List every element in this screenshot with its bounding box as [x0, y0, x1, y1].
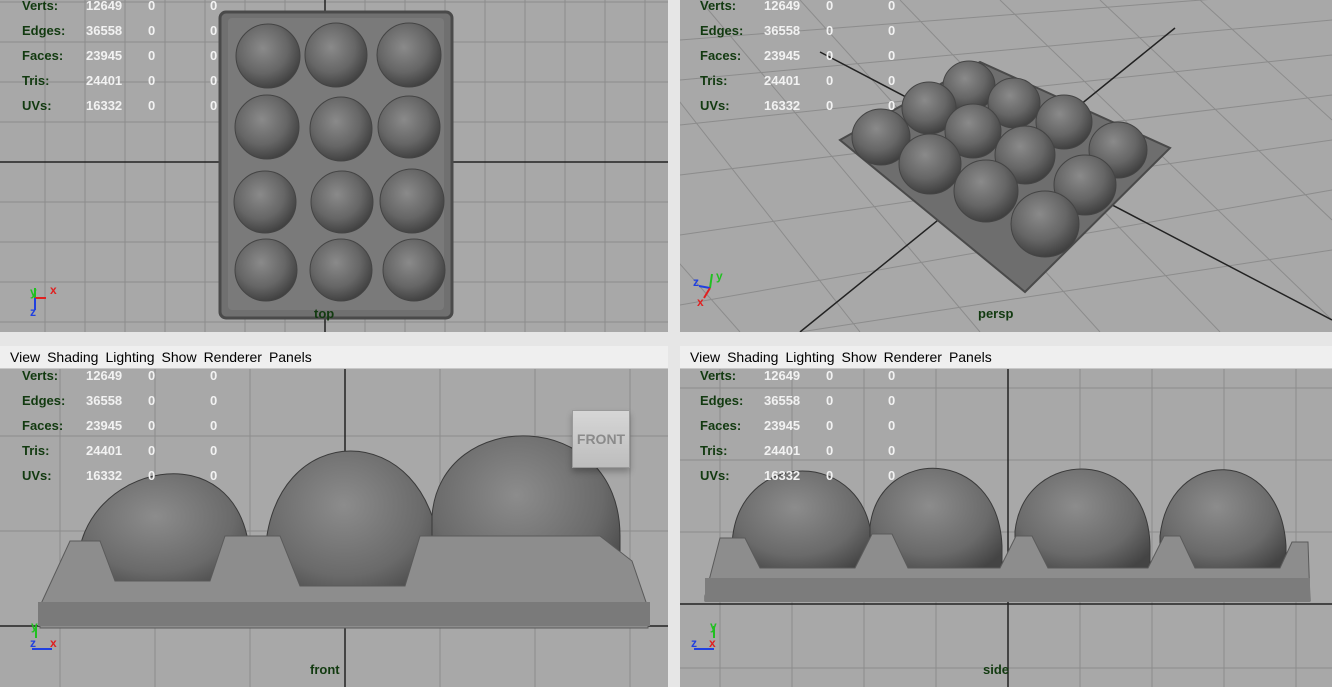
svg-text:y: y: [31, 619, 38, 633]
menu-shading[interactable]: Shading: [47, 349, 98, 365]
viewport-front[interactable]: View Shading Lighting Show Renderer Pane…: [0, 346, 668, 687]
svg-text:z: z: [693, 275, 699, 289]
egg-tray-model-front: [38, 435, 650, 629]
menu-view[interactable]: View: [690, 349, 720, 365]
svg-text:z: z: [30, 636, 36, 650]
menu-show[interactable]: Show: [842, 349, 877, 365]
viewcube-front[interactable]: FRONT: [572, 410, 630, 468]
svg-text:x: x: [709, 636, 716, 650]
viewport-top[interactable]: Verts: 12649 0 0 Edges: 36558 0 0 Faces: 23945 0…: [0, 0, 668, 332]
svg-text:y: y: [710, 619, 717, 633]
svg-text:x: x: [50, 636, 57, 650]
menu-panels[interactable]: Panels: [949, 349, 992, 365]
svg-text:y: y: [716, 269, 723, 283]
axis-gizmo-top: y x z: [30, 283, 57, 319]
egg-tray-model-persp: [838, 60, 1172, 294]
viewport-side-menubar: View Shading Lighting Show Renderer Pane…: [680, 346, 1332, 369]
menu-renderer[interactable]: Renderer: [204, 349, 262, 365]
svg-text:z: z: [30, 305, 36, 319]
svg-text:y: y: [30, 285, 37, 299]
menu-lighting[interactable]: Lighting: [105, 349, 154, 365]
axis-gizmo-side: y z x: [691, 619, 717, 650]
menu-show[interactable]: Show: [162, 349, 197, 365]
camera-label-front: front: [310, 662, 340, 677]
menu-view[interactable]: View: [10, 349, 40, 365]
axis-gizmo-front: y z x: [30, 619, 57, 650]
menu-renderer[interactable]: Renderer: [884, 349, 942, 365]
svg-text:x: x: [50, 283, 57, 297]
viewport-front-menubar: View Shading Lighting Show Renderer Pane…: [0, 346, 668, 369]
egg-tray-model-top: [218, 10, 454, 320]
axis-gizmo-persp: z y x: [693, 269, 723, 309]
svg-text:x: x: [697, 295, 704, 309]
camera-label-side: side: [983, 662, 1010, 677]
svg-text:z: z: [691, 636, 697, 650]
viewport-side[interactable]: View Shading Lighting Show Renderer Pane…: [680, 346, 1332, 687]
camera-label-top: top: [314, 306, 335, 321]
menu-lighting[interactable]: Lighting: [785, 349, 834, 365]
viewport-persp[interactable]: Verts: 12649 0 0 Edges: 36558 0 0 Faces: 23945 0…: [680, 0, 1332, 332]
menu-panels[interactable]: Panels: [269, 349, 312, 365]
camera-label-persp: persp: [978, 306, 1014, 321]
menu-shading[interactable]: Shading: [727, 349, 778, 365]
